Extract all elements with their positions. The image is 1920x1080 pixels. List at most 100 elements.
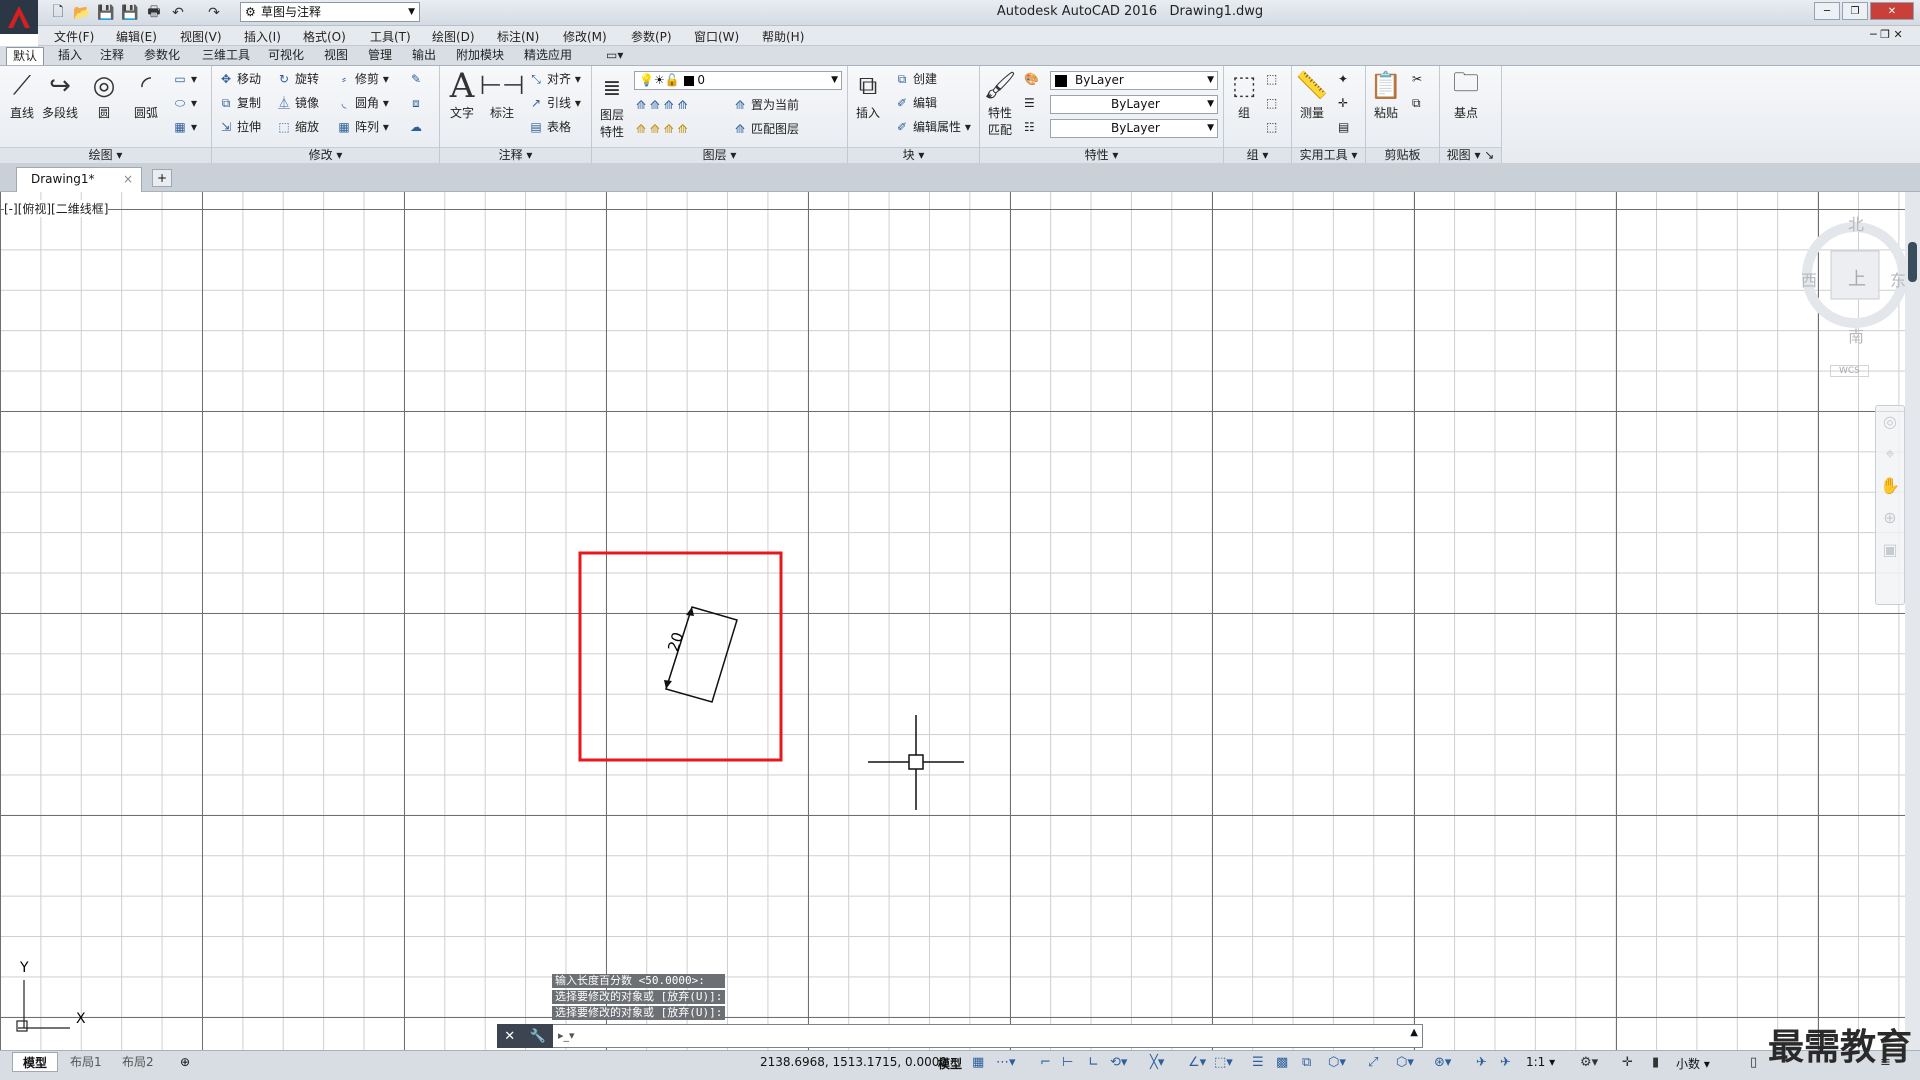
panel-draw-title[interactable]: 绘图 ▾ xyxy=(0,147,211,163)
viewcube-north[interactable]: 北 xyxy=(1848,211,1864,235)
panel-modify-title[interactable]: 修改 ▾ xyxy=(212,147,439,163)
measure-button[interactable]: 📏 测量 xyxy=(1294,68,1330,121)
base-view-button[interactable]: 🗀 基点 xyxy=(1448,68,1484,121)
annotation-monitor-icon[interactable]: ✛ xyxy=(1622,1055,1633,1070)
panel-groups-title[interactable]: 组 ▾ xyxy=(1224,147,1291,163)
group-edit-icon[interactable]: ⬚ xyxy=(1266,94,1277,112)
circle-button[interactable]: ◎ 圆 xyxy=(86,68,122,121)
paste-button[interactable]: 📋 粘贴 xyxy=(1368,68,1404,121)
layer-tools-row2[interactable]: ⟰ ⟰ ⟰ ⟰ xyxy=(636,120,688,138)
isolate-objects-icon[interactable]: ▯ xyxy=(1750,1055,1757,1070)
dynamic-ucs-icon[interactable]: ⤢ xyxy=(1368,1055,1378,1070)
align-button[interactable]: ⤡ 对齐 ▾ xyxy=(528,70,581,88)
customize-wrench-icon[interactable]: 🔧 xyxy=(530,1029,546,1044)
viewcube-south[interactable]: 南 xyxy=(1848,323,1864,347)
calculator-icon[interactable]: ▤ xyxy=(1338,118,1349,136)
transparency-icon[interactable]: ▩ xyxy=(1276,1055,1288,1070)
quick-properties-icon[interactable]: ▮ xyxy=(1652,1055,1659,1070)
selection-cycling-icon[interactable]: ⧉ xyxy=(1302,1055,1311,1070)
table-button[interactable]: ▤ 表格 xyxy=(528,118,571,136)
panel-layers-title[interactable]: 图层 ▾ xyxy=(592,147,847,163)
tab-manage[interactable]: 管理 xyxy=(362,47,398,65)
object-snap-icon[interactable]: ⬚▾ xyxy=(1214,1055,1233,1070)
layer-properties-button[interactable]: ≣ 图层 特性 xyxy=(594,70,630,140)
viewcube-west[interactable]: 西 xyxy=(1801,267,1817,291)
save-icon[interactable]: 💾 xyxy=(96,3,116,23)
navbar-icons[interactable]: ◎ ⌖ ✋ ⊕ ▣ xyxy=(1876,406,1904,566)
auto-scale-icon[interactable]: ✈ xyxy=(1500,1055,1511,1070)
set-current-layer-button[interactable]: ⟰ 置为当前 xyxy=(732,96,799,114)
tab-insert[interactable]: 插入 xyxy=(52,47,88,65)
close-button[interactable]: ✕ xyxy=(1870,2,1914,20)
color-dropdown[interactable]: ByLayer ▼ xyxy=(1050,71,1218,90)
viewcube-top-face[interactable]: 上 xyxy=(1848,265,1866,291)
insert-block-button[interactable]: ⧉ 插入 xyxy=(850,68,886,121)
close-command-line-icon[interactable]: ✕ xyxy=(504,1029,515,1044)
erase-button[interactable]: ✎ xyxy=(408,70,427,88)
match-properties-button[interactable]: 🖌 特性 匹配 xyxy=(982,68,1018,138)
menu-tools[interactable]: 工具(T) xyxy=(370,28,411,45)
arc-button[interactable]: ◜ 圆弧 xyxy=(128,68,164,121)
layer-tools-row1[interactable]: ⟰ ⟰ ⟰ ⟰ xyxy=(636,96,688,114)
create-block-button[interactable]: ⧉ 创建 xyxy=(894,70,937,88)
quick-select-icon[interactable]: ✦ xyxy=(1338,70,1348,88)
command-history-toggle-icon[interactable]: ▲ xyxy=(1410,1027,1418,1038)
tab-featured-apps[interactable]: 精选应用 xyxy=(518,47,578,65)
ribbon-toggle-icon[interactable]: ▭▾ xyxy=(600,47,629,65)
menu-edit[interactable]: 编辑(E) xyxy=(116,28,157,45)
lineweight-dropdown[interactable]: ByLayer ▼ xyxy=(1050,119,1218,138)
viewcube[interactable]: 北 南 西 东 上 WCS xyxy=(1800,205,1910,385)
workspace-select[interactable]: ⚙ 草图与注释 ▼ xyxy=(240,2,420,22)
menu-dimension[interactable]: 标注(N) xyxy=(497,28,539,45)
tab-layout1[interactable]: 布局1 xyxy=(60,1052,112,1072)
linetype-icon[interactable]: ☰ xyxy=(1024,94,1035,112)
stretch-button[interactable]: ⇲ 拉伸 xyxy=(218,118,261,136)
rectangle-button[interactable]: ▭ ▾ xyxy=(172,70,197,88)
object-snap-tracking-icon[interactable]: ∠▾ xyxy=(1188,1055,1206,1070)
fillet-button[interactable]: ◟ 圆角 ▾ xyxy=(336,94,389,112)
wcs-menu[interactable]: WCS xyxy=(1830,365,1869,377)
annotation-scale-button[interactable]: 1:1 ▾ xyxy=(1526,1055,1555,1069)
panel-view-title[interactable]: 视图 ▾ ↘ xyxy=(1440,147,1501,163)
menu-format[interactable]: 格式(O) xyxy=(303,28,346,45)
snap-icon[interactable]: ⋯▾ xyxy=(996,1055,1016,1070)
panel-annotation-title[interactable]: 注释 ▾ xyxy=(440,147,591,163)
maximize-button[interactable]: ❐ xyxy=(1842,2,1868,20)
group-button[interactable]: ⬚ 组 xyxy=(1226,68,1262,121)
rotate-button[interactable]: ↻ 旋转 xyxy=(276,70,319,88)
doc-window-controls[interactable]: ─ ❐ ✕ xyxy=(1870,28,1903,41)
tab-model[interactable]: 模型 xyxy=(12,1052,59,1072)
match-layer-button[interactable]: ⟰ 匹配图层 xyxy=(732,120,799,138)
ungroup-icon[interactable]: ⬚ xyxy=(1266,70,1277,88)
3d-osnap-icon[interactable]: ⬡▾ xyxy=(1328,1055,1346,1070)
panel-clipboard-title[interactable]: 剪贴板 xyxy=(1366,147,1439,163)
new-tab-button[interactable]: + xyxy=(152,169,172,187)
isodraft-icon[interactable]: ╳▾ xyxy=(1150,1055,1164,1070)
offset-button[interactable]: ☁ xyxy=(408,118,427,136)
tab-annotate[interactable]: 注释 xyxy=(94,47,130,65)
model-space-button[interactable]: 模型 xyxy=(938,1055,962,1072)
infer-constraints-icon[interactable]: ⌐ xyxy=(1040,1055,1051,1070)
array-button[interactable]: ▦ 阵列 ▾ xyxy=(336,118,389,136)
tab-visualize[interactable]: 可视化 xyxy=(262,47,310,65)
gizmo-icon[interactable]: ⊛▾ xyxy=(1434,1055,1451,1070)
ellipse-button[interactable]: ⬭ ▾ xyxy=(172,94,197,112)
dynamic-input-icon[interactable]: ⊢ xyxy=(1062,1055,1073,1070)
tab-home[interactable]: 默认 xyxy=(6,47,45,65)
hatch-button[interactable]: ▦ ▾ xyxy=(172,118,197,136)
copy-clip-icon[interactable]: ⧉ xyxy=(1412,94,1421,112)
new-file-icon[interactable]: 🗋 xyxy=(48,3,68,23)
menu-help[interactable]: 帮助(H) xyxy=(762,28,804,45)
polyline-button[interactable]: ↪ 多段线 xyxy=(42,68,78,121)
dimension-button[interactable]: ⊢⊣ 标注 xyxy=(479,68,524,121)
add-layout-icon[interactable]: ⊕ xyxy=(170,1052,200,1072)
color-wheel-icon[interactable]: 🎨 xyxy=(1024,70,1039,88)
tab-addins[interactable]: 附加模块 xyxy=(450,47,510,65)
command-line[interactable]: ▸_▾ ▲ xyxy=(497,1024,1423,1048)
scale-button[interactable]: ⬚ 缩放 xyxy=(276,118,319,136)
move-button[interactable]: ✥ 移动 xyxy=(218,70,261,88)
tab-3d-tools[interactable]: 三维工具 xyxy=(196,47,256,65)
grid-icon[interactable]: ▦ xyxy=(972,1055,984,1070)
menu-parametric[interactable]: 参数(P) xyxy=(631,28,672,45)
trim-button[interactable]: ⸗ 修剪 ▾ xyxy=(336,70,389,88)
